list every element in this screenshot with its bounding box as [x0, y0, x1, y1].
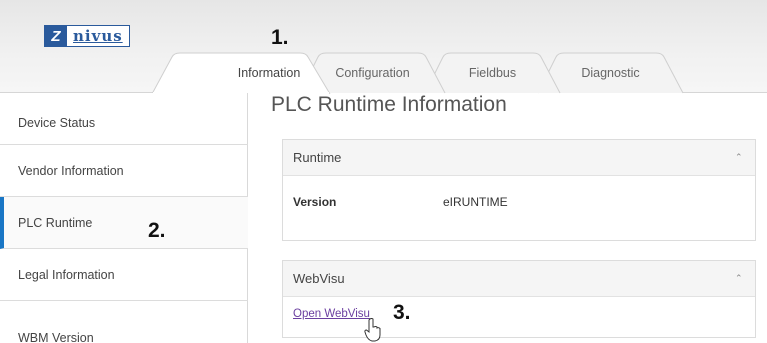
sidebar-item-label: WBM Version: [18, 331, 94, 343]
chevron-up-icon[interactable]: ⌃: [735, 273, 743, 283]
sidebar-item-device-status[interactable]: Device Status: [0, 93, 248, 145]
tab-label: Diagnostic: [581, 66, 640, 80]
sidebar-item-plc-runtime[interactable]: PLC Runtime: [0, 197, 248, 249]
main-content: PLC Runtime Information Runtime ⌃ Versio…: [249, 93, 767, 343]
sidebar: Device Status Vendor Information PLC Run…: [0, 93, 248, 343]
sidebar-item-label: Vendor Information: [18, 163, 124, 178]
page-title: PLC Runtime Information: [271, 93, 507, 116]
tab-label: Fieldbus: [468, 66, 517, 80]
sidebar-item-vendor-information[interactable]: Vendor Information: [0, 145, 248, 197]
runtime-panel: Runtime ⌃ Version eIRUNTIME: [282, 139, 756, 241]
step-annotation-3: 3.: [393, 301, 411, 324]
step-annotation-1: 1.: [271, 26, 289, 49]
sidebar-item-wbm-version[interactable]: WBM Version: [0, 301, 248, 343]
tab-label: Information: [237, 66, 301, 80]
hand-cursor-icon: [364, 318, 381, 342]
sidebar-item-legal-information[interactable]: Legal Information: [0, 249, 248, 301]
sidebar-item-label: Legal Information: [18, 267, 115, 282]
tab-information[interactable]: Information: [151, 52, 331, 95]
runtime-panel-header[interactable]: Runtime ⌃: [283, 140, 755, 176]
webvisu-panel-header[interactable]: WebVisu ⌃: [283, 261, 755, 297]
sidebar-item-label: Device Status: [18, 115, 96, 130]
version-value: eIRUNTIME: [443, 195, 508, 209]
step-annotation-2: 2.: [148, 219, 166, 242]
tab-fieldbus[interactable]: Fieldbus: [424, 52, 561, 94]
runtime-panel-title: Runtime: [293, 150, 342, 165]
tab-label: Configuration: [335, 66, 410, 80]
open-webvisu-link[interactable]: Open WebVisu: [293, 308, 370, 320]
webvisu-panel: WebVisu ⌃ Open WebVisu: [282, 260, 756, 338]
webvisu-panel-title: WebVisu: [293, 271, 345, 286]
sidebar-item-label: PLC Runtime: [18, 215, 93, 230]
chevron-up-icon[interactable]: ⌃: [735, 152, 743, 162]
version-label: Version: [293, 195, 337, 209]
main-tabs: Diagnostic Fieldbus Configuration Inform…: [0, 0, 767, 95]
